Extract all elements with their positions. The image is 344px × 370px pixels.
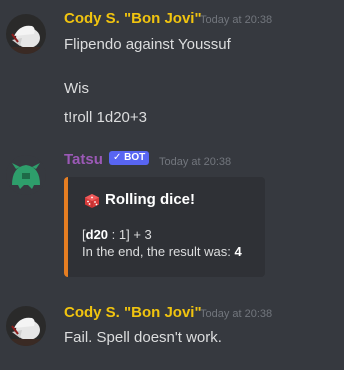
result-value: 4: [234, 244, 242, 259]
message-1: Cody S. "Bon Jovi" Today at 20:38 Flipen…: [0, 0, 344, 140]
author-name[interactable]: Tatsu: [64, 151, 103, 168]
white-horse-avatar-icon[interactable]: [6, 14, 46, 54]
tatsu-dragon-avatar-icon[interactable]: [6, 155, 46, 195]
white-horse-avatar-icon[interactable]: [6, 306, 46, 346]
message-3: Cody S. "Bon Jovi" Today at 20:38 Fail. …: [0, 296, 344, 370]
message-text: Flipendo against Youssuf: [64, 36, 231, 53]
timestamp: Today at 20:38: [200, 14, 273, 26]
message-2: Tatsu ✓ BOT Today at 20:38 Rolling dice!…: [0, 146, 344, 286]
roll-result: In the end, the result was: 4: [82, 244, 242, 259]
roll-embed: Rolling dice! [d20 : 1] + 3 In the end, …: [64, 177, 265, 277]
roll-die: d20: [85, 227, 109, 242]
timestamp: Today at 20:38: [200, 308, 273, 320]
message-text: t!roll 1d20+3: [64, 109, 147, 126]
bot-badge: ✓ BOT: [109, 151, 150, 165]
roll-suffix: : 1] + 3: [108, 227, 152, 242]
author-name[interactable]: Cody S. "Bon Jovi": [64, 304, 202, 321]
embed-title: Rolling dice!: [105, 191, 195, 208]
message-text: Fail. Spell doesn't work.: [64, 329, 222, 346]
roll-detail: [d20 : 1] + 3: [82, 227, 152, 242]
red-die-icon: [84, 193, 100, 209]
timestamp: Today at 20:38: [159, 156, 232, 168]
message-text: Wis: [64, 80, 89, 97]
result-prefix: In the end, the result was:: [82, 244, 235, 259]
author-name[interactable]: Cody S. "Bon Jovi": [64, 10, 202, 27]
